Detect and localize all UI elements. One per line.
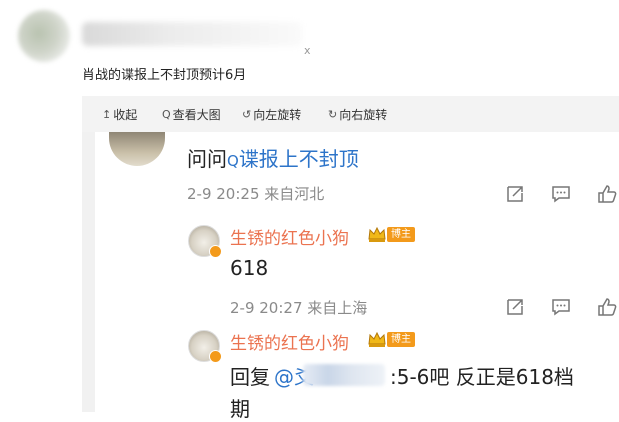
comment-text: 问问Q谍报上不封顶 [187,143,359,172]
comment-prefix: 问问 [187,147,227,171]
rotate-right-icon: ↻ [328,108,338,121]
like-icon[interactable] [597,297,617,317]
rotate-right-label: 向右旋转 [339,108,388,122]
collapse-icon: ↥ [102,108,112,121]
rotate-left-button[interactable]: ↺ 向左旋转 [242,106,301,123]
comment-source: 来自河北 [264,185,325,203]
post-meta: x [304,44,311,57]
rotate-right-button[interactable]: ↻ 向右旋转 [328,106,387,123]
share-icon[interactable] [505,297,525,317]
mention-redacted [303,364,385,386]
commenter-avatar [109,132,165,166]
reply-username[interactable]: 生锈的红色小狗 [230,329,349,354]
comment-icon[interactable] [551,297,571,317]
view-large-label: 查看大图 [172,108,221,122]
post-text: 肖战的谍报上不封顶预计6月 [82,68,247,83]
reply-username[interactable]: 生锈的红色小狗 [230,224,349,249]
comment-card: 问问Q谍报上不封顶 2-9 20:25 来自河北 生锈的红色小狗 博主 618 … [95,132,619,421]
post-image[interactable]: 问问Q谍报上不封顶 2-9 20:25 来自河北 生锈的红色小狗 博主 618 … [82,132,619,421]
reply-meta: 2-9 20:27 来自上海 [230,297,367,318]
image-toolbar: ↥ 收起 Q 查看大图 ↺ 向左旋转 ↻ 向右旋转 [82,96,619,133]
search-icon: Q [162,108,171,121]
share-icon[interactable] [505,184,525,204]
rotate-left-label: 向左旋转 [253,108,302,122]
rotate-left-icon: ↺ [242,108,252,121]
post-header: x [0,0,619,64]
poster-name-redacted [82,22,302,46]
comment-meta: 2-9 20:25 来自河北 [187,183,324,204]
search-icon: Q [227,152,239,170]
collapse-label: 收起 [113,108,138,122]
crown-icon [367,330,387,348]
reply-time: 2-9 20:27 [230,299,303,317]
poster-avatar[interactable] [18,10,70,62]
reply-prefix: 回复 [230,365,270,389]
verified-badge-icon [209,350,222,363]
author-badge: 博主 [387,332,415,347]
topic-link: 谍报上不封顶 [238,147,359,171]
author-badge: 博主 [387,227,415,242]
mention-at[interactable]: @ [274,365,294,389]
reply-text: 618 [230,256,269,280]
crown-icon [367,225,387,243]
reply-text-after: :5-6吧 反正是618档 [390,365,574,389]
verified-badge-icon [209,245,222,258]
view-large-button[interactable]: Q 查看大图 [162,106,221,123]
reply-source: 来自上海 [307,299,368,317]
like-icon[interactable] [597,184,617,204]
collapse-button[interactable]: ↥ 收起 [102,106,137,123]
comment-time: 2-9 20:25 [187,185,260,203]
reply-text-line2: 期 [230,397,250,421]
comment-icon[interactable] [551,184,571,204]
reply-text: 回复@爻:5-6吧 反正是618档 [230,361,574,390]
